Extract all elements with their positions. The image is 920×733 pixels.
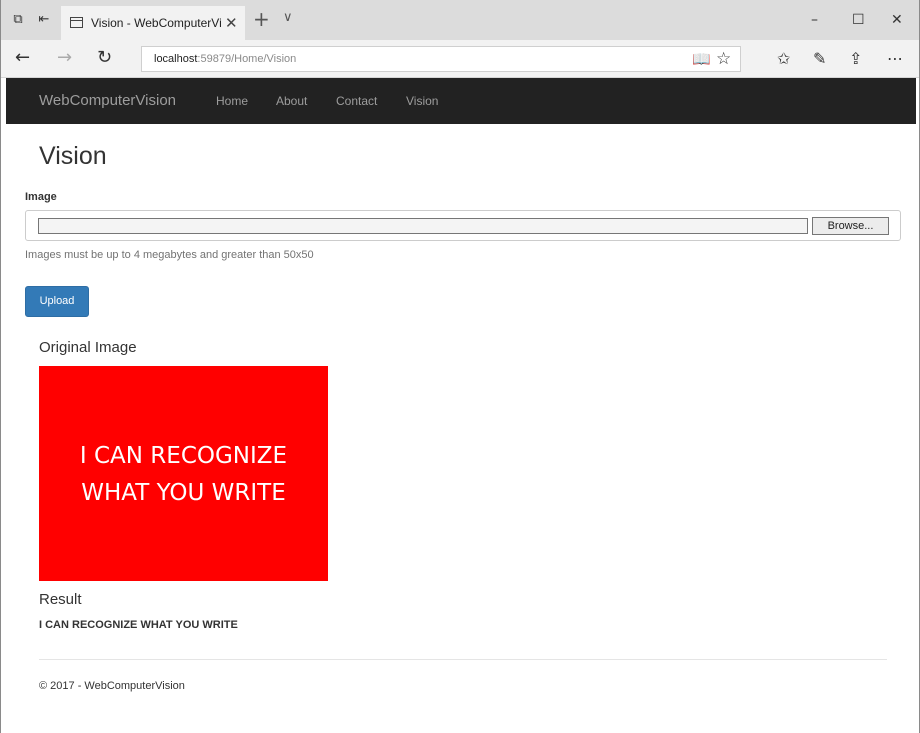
nav-link-about[interactable]: About <box>276 94 307 108</box>
browse-button[interactable]: Browse... <box>812 217 889 235</box>
original-image-text: I CAN RECOGNIZE WHAT YOU WRITE <box>39 438 328 512</box>
footer-divider <box>39 659 887 660</box>
back-icon[interactable]: ← <box>15 48 30 68</box>
url-text: localhost:59879/Home/Vision <box>154 53 296 65</box>
plus-icon[interactable]: + <box>253 8 270 30</box>
share-icon[interactable]: ⇪ <box>849 49 862 69</box>
close-icon[interactable]: ✕ <box>225 14 238 32</box>
url-path: :59879/Home/Vision <box>197 53 297 65</box>
star-icon[interactable]: ☆ <box>716 49 731 69</box>
image-file-input[interactable]: Browse... <box>25 210 901 241</box>
browser-window: ⧉ ⇤ Vision - WebComputerVision ✕ + ∨ – ☐… <box>0 0 920 733</box>
chevron-down-icon[interactable]: ∨ <box>283 10 293 25</box>
file-path-field[interactable] <box>38 218 808 234</box>
nav-link-home[interactable]: Home <box>216 94 248 108</box>
result-heading: Result <box>39 591 82 608</box>
window-close-icon[interactable]: ✕ <box>891 11 903 29</box>
original-image-text-line1: I CAN RECOGNIZE <box>79 443 288 469</box>
reading-view-icon[interactable]: 📖 <box>692 50 711 68</box>
refresh-icon[interactable]: ↻ <box>97 48 112 68</box>
image-field-label: Image <box>25 191 57 203</box>
pen-icon[interactable]: ✎ <box>813 49 826 69</box>
tab-title: Vision - WebComputerVision <box>91 16 221 30</box>
minimize-icon[interactable]: – <box>811 11 818 29</box>
original-image-heading: Original Image <box>39 339 137 356</box>
favorites-icon[interactable]: ✩ <box>777 49 790 69</box>
image-help-text: Images must be up to 4 megabytes and gre… <box>25 249 314 261</box>
upload-button[interactable]: Upload <box>25 286 89 317</box>
result-text: I CAN RECOGNIZE WHAT YOU WRITE <box>39 619 238 631</box>
tab-manager-icon[interactable]: ⧉ <box>9 11 27 29</box>
original-image-text-line2: WHAT YOU WRITE <box>81 480 286 506</box>
navbar-brand[interactable]: WebComputerVision <box>39 92 176 109</box>
page-icon <box>70 17 83 28</box>
page-title: Vision <box>39 142 107 170</box>
site-navbar: WebComputerVision Home About Contact Vis… <box>6 78 916 124</box>
url-host: localhost <box>154 53 198 65</box>
title-bar: ⧉ ⇤ Vision - WebComputerVision ✕ + ∨ – ☐… <box>1 0 919 40</box>
browser-tab[interactable]: Vision - WebComputerVision ✕ <box>61 6 245 40</box>
set-aside-tabs-icon[interactable]: ⇤ <box>35 11 53 29</box>
footer-text: © 2017 - WebComputerVision <box>39 680 185 692</box>
address-bar[interactable]: localhost:59879/Home/Vision 📖 ☆ <box>141 46 741 72</box>
maximize-icon[interactable]: ☐ <box>852 11 865 29</box>
original-image: I CAN RECOGNIZE WHAT YOU WRITE <box>39 366 328 581</box>
address-toolbar: ← → ↻ localhost:59879/Home/Vision 📖 ☆ ✩ … <box>1 40 919 78</box>
nav-link-vision[interactable]: Vision <box>406 94 438 108</box>
nav-link-contact[interactable]: Contact <box>336 94 377 108</box>
more-icon[interactable]: ⋯ <box>887 49 903 69</box>
forward-icon[interactable]: → <box>57 48 72 68</box>
